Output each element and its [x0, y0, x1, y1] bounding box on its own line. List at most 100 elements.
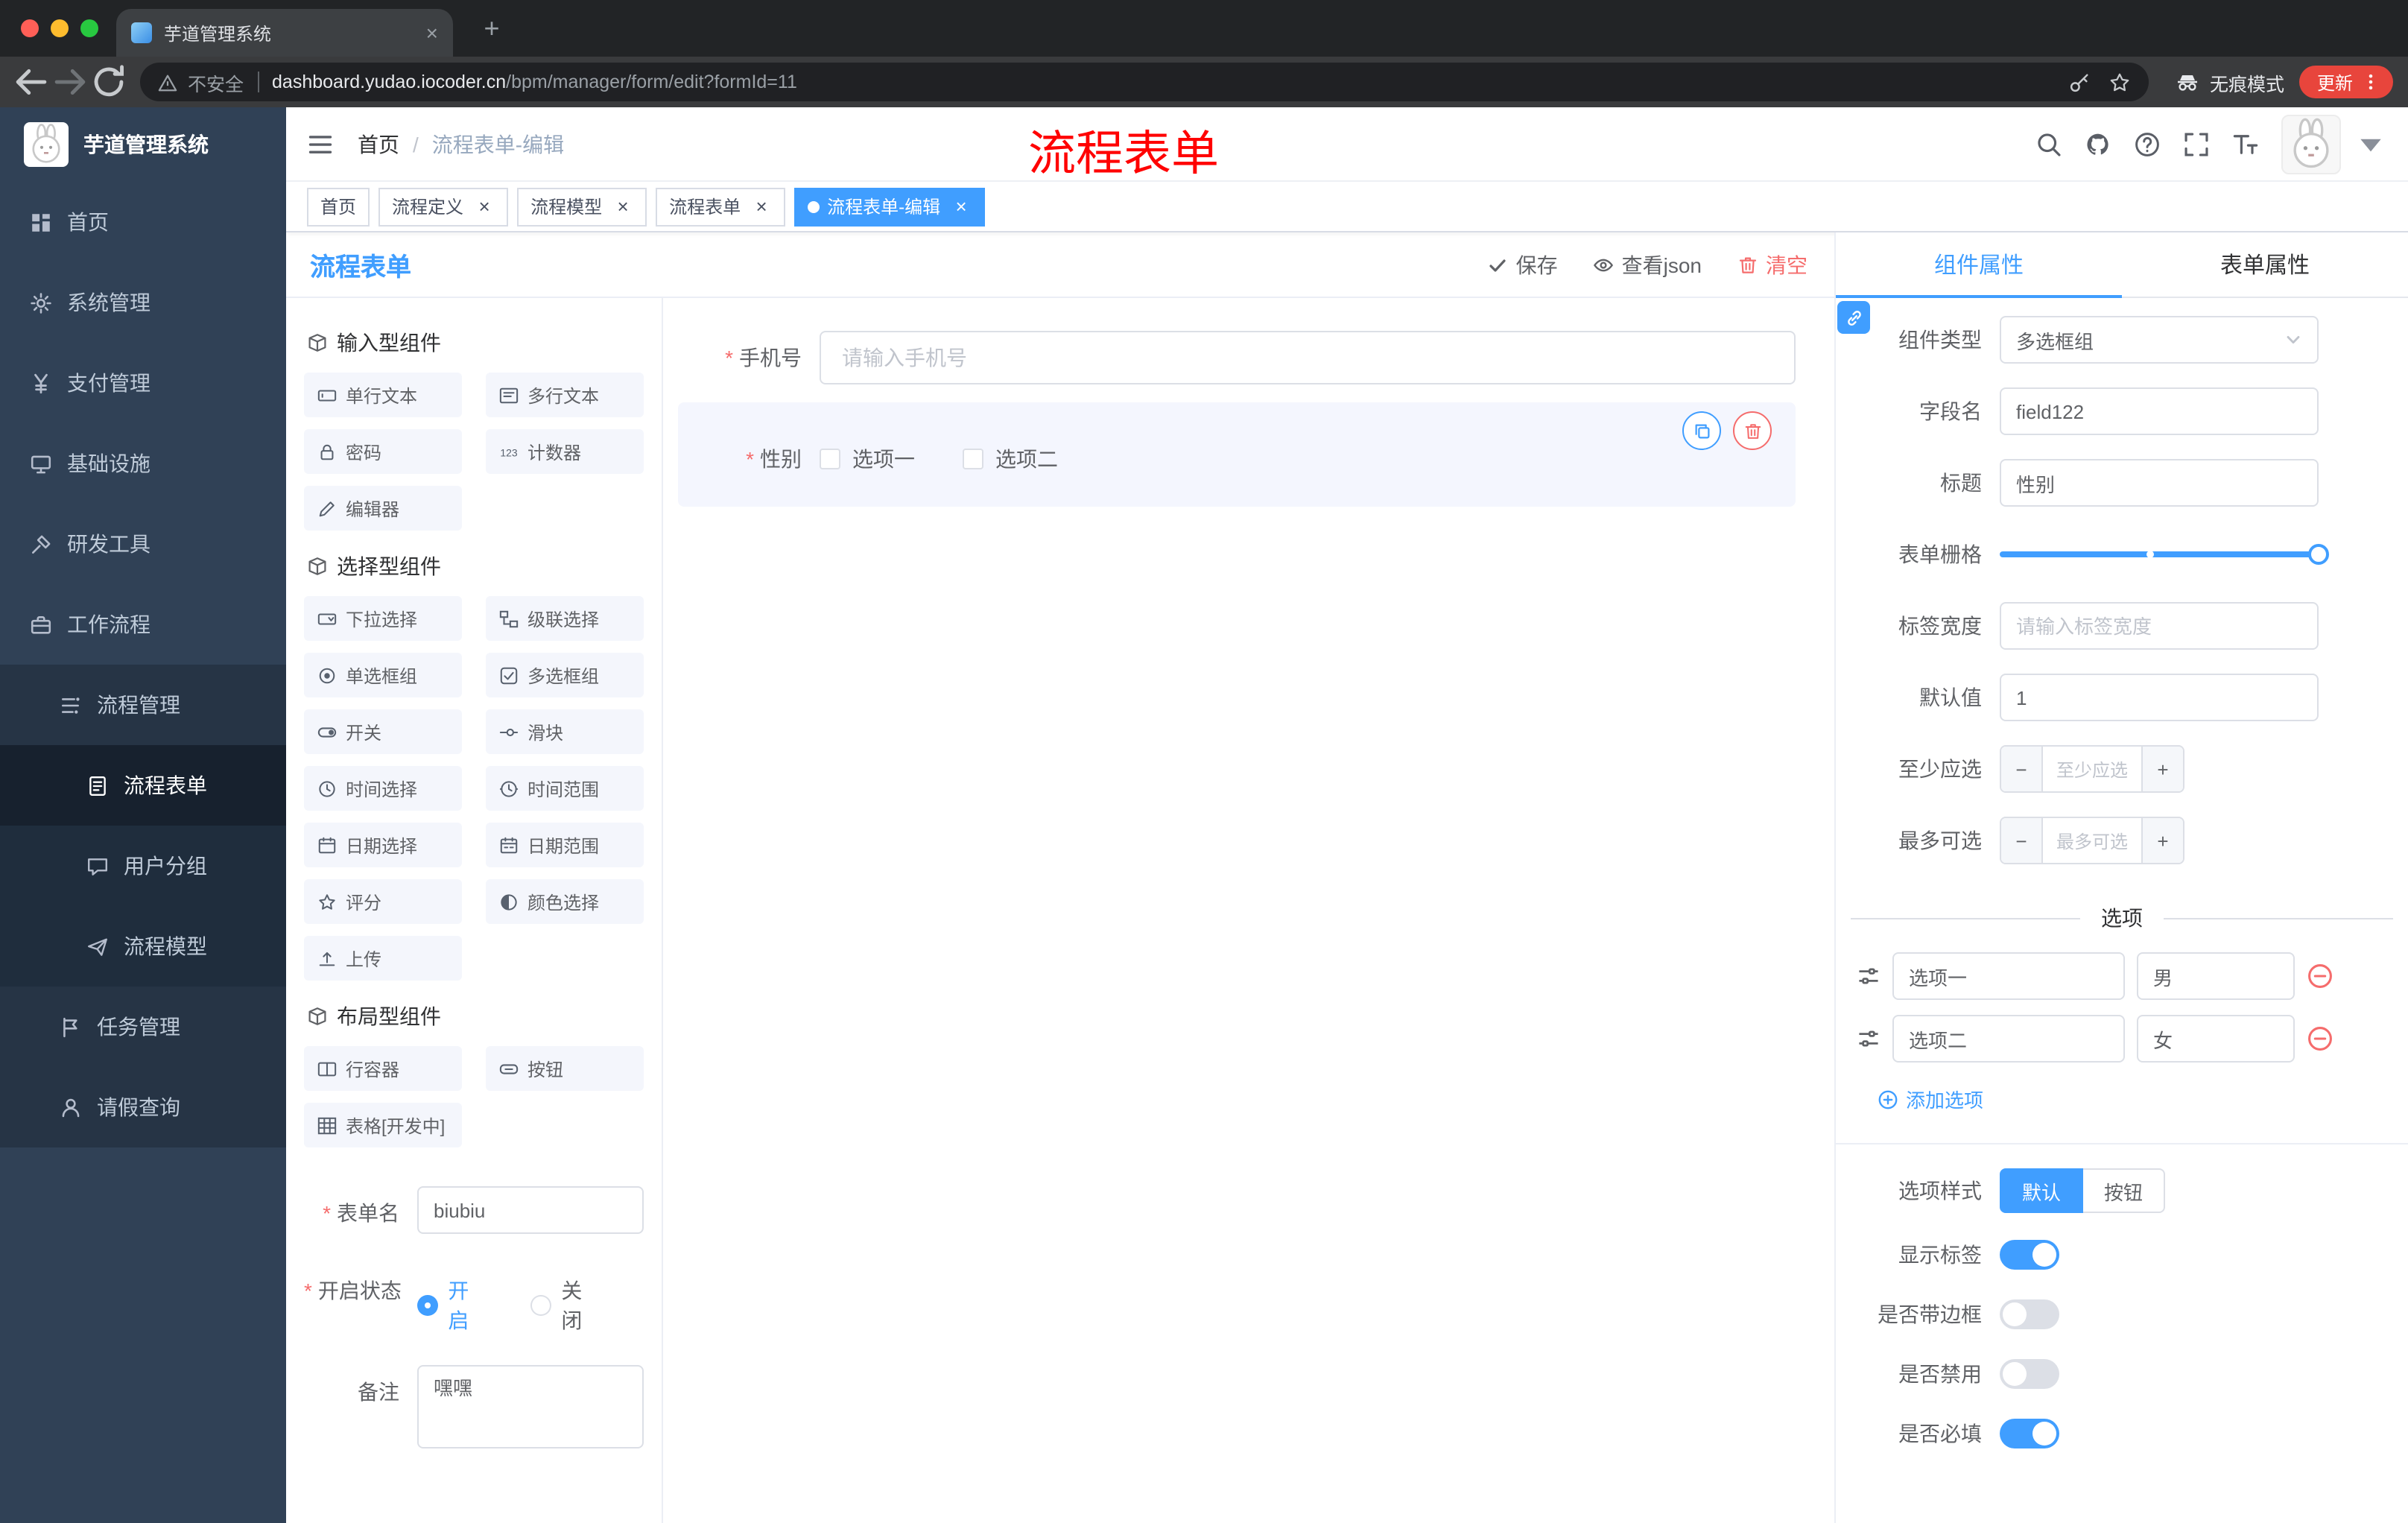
avatar[interactable]	[2281, 114, 2341, 174]
component-chip-1-0[interactable]: 下拉选择	[304, 596, 462, 641]
tag-2[interactable]: 流程模型 ×	[517, 187, 647, 226]
add-option-button[interactable]: 添加选项	[1836, 1070, 2408, 1113]
bookmark-star-icon[interactable]	[2108, 71, 2131, 93]
label-width-input[interactable]	[2000, 602, 2319, 650]
component-chip-1-6[interactable]: 时间选择	[304, 766, 462, 811]
sidebar-item-5[interactable]: 工作流程	[0, 584, 286, 665]
component-chip-1-7[interactable]: 时间范围	[486, 766, 644, 811]
component-chip-0-4[interactable]: 编辑器	[304, 486, 462, 531]
tab-close-icon[interactable]: ×	[426, 21, 438, 45]
sidebar-item-11[interactable]: 请假查询	[0, 1067, 286, 1147]
forward-button[interactable]	[51, 63, 89, 101]
link-fab-button[interactable]	[1837, 301, 1870, 334]
component-chip-1-3[interactable]: 多选框组	[486, 653, 644, 697]
component-chip-1-5[interactable]: 滑块	[486, 709, 644, 754]
component-chip-0-3[interactable]: 123 计数器	[486, 429, 644, 474]
component-chip-1-2[interactable]: 单选框组	[304, 653, 462, 697]
status-on-radio[interactable]: 开启	[417, 1276, 489, 1335]
reload-button[interactable]	[89, 63, 128, 101]
form-name-input[interactable]	[417, 1186, 644, 1234]
component-chip-0-0[interactable]: 单行文本	[304, 373, 462, 417]
style-default-button[interactable]: 默认	[2000, 1168, 2084, 1213]
option-value-input[interactable]	[2137, 952, 2295, 1000]
component-chip-1-1[interactable]: 级联选择	[486, 596, 644, 641]
remark-textarea[interactable]: 嘿嘿	[417, 1365, 644, 1448]
toggle-switch-0[interactable]	[2000, 1240, 2059, 1270]
copy-widget-button[interactable]	[1682, 411, 1721, 450]
fullscreen-icon[interactable]	[2183, 130, 2210, 157]
delete-widget-button[interactable]	[1733, 411, 1772, 450]
tag-close-icon[interactable]: ×	[951, 195, 972, 218]
tag-0[interactable]: 首页	[307, 187, 370, 226]
clear-button[interactable]: 清空	[1737, 250, 1807, 279]
sidebar-item-6[interactable]: 流程管理	[0, 665, 286, 745]
component-type-select[interactable]: 多选框组	[2000, 316, 2319, 364]
form-canvas[interactable]: 手机号 性别	[663, 298, 1834, 1523]
remove-option-button[interactable]	[2307, 963, 2333, 990]
component-chip-0-1[interactable]: 多行文本	[486, 373, 644, 417]
save-button[interactable]: 保存	[1488, 250, 1558, 279]
password-manager-icon[interactable]	[2068, 71, 2091, 93]
phone-widget[interactable]: 手机号	[678, 331, 1796, 384]
tab-form-props[interactable]: 表单属性	[2122, 232, 2408, 297]
view-json-button[interactable]: 查看json	[1594, 250, 1702, 279]
component-chip-1-9[interactable]: 日期范围	[486, 823, 644, 867]
component-chip-1-10[interactable]: 评分	[304, 879, 462, 924]
decrease-button[interactable]: −	[2001, 747, 2043, 791]
sidebar-logo[interactable]: 芋道管理系统	[0, 107, 286, 182]
slider-handle[interactable]	[2308, 544, 2329, 565]
component-chip-1-11[interactable]: 颜色选择	[486, 879, 644, 924]
increase-button[interactable]: +	[2141, 747, 2183, 791]
option-name-input[interactable]	[1892, 1015, 2125, 1063]
sidebar-item-7[interactable]: 流程表单	[0, 745, 286, 826]
component-chip-2-2[interactable]: 表格[开发中]	[304, 1103, 462, 1147]
component-chip-1-4[interactable]: 开关	[304, 709, 462, 754]
default-value-input[interactable]	[2000, 674, 2319, 721]
style-button-button[interactable]: 按钮	[2083, 1168, 2166, 1213]
zoom-window-button[interactable]	[80, 19, 98, 37]
component-chip-2-1[interactable]: 按钮	[486, 1046, 644, 1091]
phone-input[interactable]	[820, 331, 1796, 384]
gender-option-2-checkbox[interactable]: 选项二	[963, 444, 1058, 474]
help-icon[interactable]	[2134, 130, 2161, 157]
sidebar-item-10[interactable]: 任务管理	[0, 987, 286, 1067]
sidebar-item-8[interactable]: 用户分组	[0, 826, 286, 906]
component-chip-1-8[interactable]: 日期选择	[304, 823, 462, 867]
toggle-switch-3[interactable]	[2000, 1419, 2059, 1448]
tag-1[interactable]: 流程定义 ×	[378, 187, 509, 226]
toggle-switch-2[interactable]	[2000, 1359, 2059, 1389]
tab-component-props[interactable]: 组件属性	[1836, 232, 2122, 298]
tag-close-icon[interactable]: ×	[474, 195, 495, 218]
option-name-input[interactable]	[1892, 952, 2125, 1000]
close-window-button[interactable]	[21, 19, 39, 37]
avatar-caret-icon[interactable]	[2357, 130, 2384, 157]
status-off-radio[interactable]: 关闭	[530, 1276, 602, 1335]
increase-button[interactable]: +	[2141, 818, 2183, 863]
field-name-input[interactable]	[2000, 387, 2319, 435]
address-bar[interactable]: 不安全 dashboard.yudao.iocoder.cn/bpm/manag…	[140, 63, 2149, 101]
sidebar-item-2[interactable]: 支付管理	[0, 343, 286, 423]
sidebar-item-3[interactable]: 基础设施	[0, 423, 286, 504]
search-icon[interactable]	[2035, 130, 2062, 157]
breadcrumb-home[interactable]: 首页	[358, 129, 399, 159]
option-value-input[interactable]	[2137, 1015, 2295, 1063]
font-size-icon[interactable]	[2232, 130, 2259, 157]
hamburger-icon[interactable]	[307, 130, 334, 157]
tag-3[interactable]: 流程表单 ×	[656, 187, 786, 226]
browser-menu-icon[interactable]	[2360, 72, 2381, 92]
component-chip-2-0[interactable]: 行容器	[304, 1046, 462, 1091]
slider-track[interactable]	[2000, 544, 2329, 565]
new-tab-button[interactable]: +	[474, 10, 510, 46]
tag-close-icon[interactable]: ×	[612, 195, 633, 218]
minimize-window-button[interactable]	[51, 19, 69, 37]
browser-tab[interactable]: 芋道管理系统 ×	[116, 9, 453, 57]
toggle-switch-1[interactable]	[2000, 1299, 2059, 1329]
gender-widget-selected[interactable]: 性别 选项一 选项二	[678, 402, 1796, 507]
sidebar-item-4[interactable]: 研发工具	[0, 504, 286, 584]
decrease-button[interactable]: −	[2001, 818, 2043, 863]
update-browser-button[interactable]: 更新	[2298, 66, 2393, 98]
github-icon[interactable]	[2085, 130, 2111, 157]
component-chip-0-2[interactable]: 密码	[304, 429, 462, 474]
sidebar-item-9[interactable]: 流程模型	[0, 906, 286, 987]
back-button[interactable]	[12, 63, 51, 101]
